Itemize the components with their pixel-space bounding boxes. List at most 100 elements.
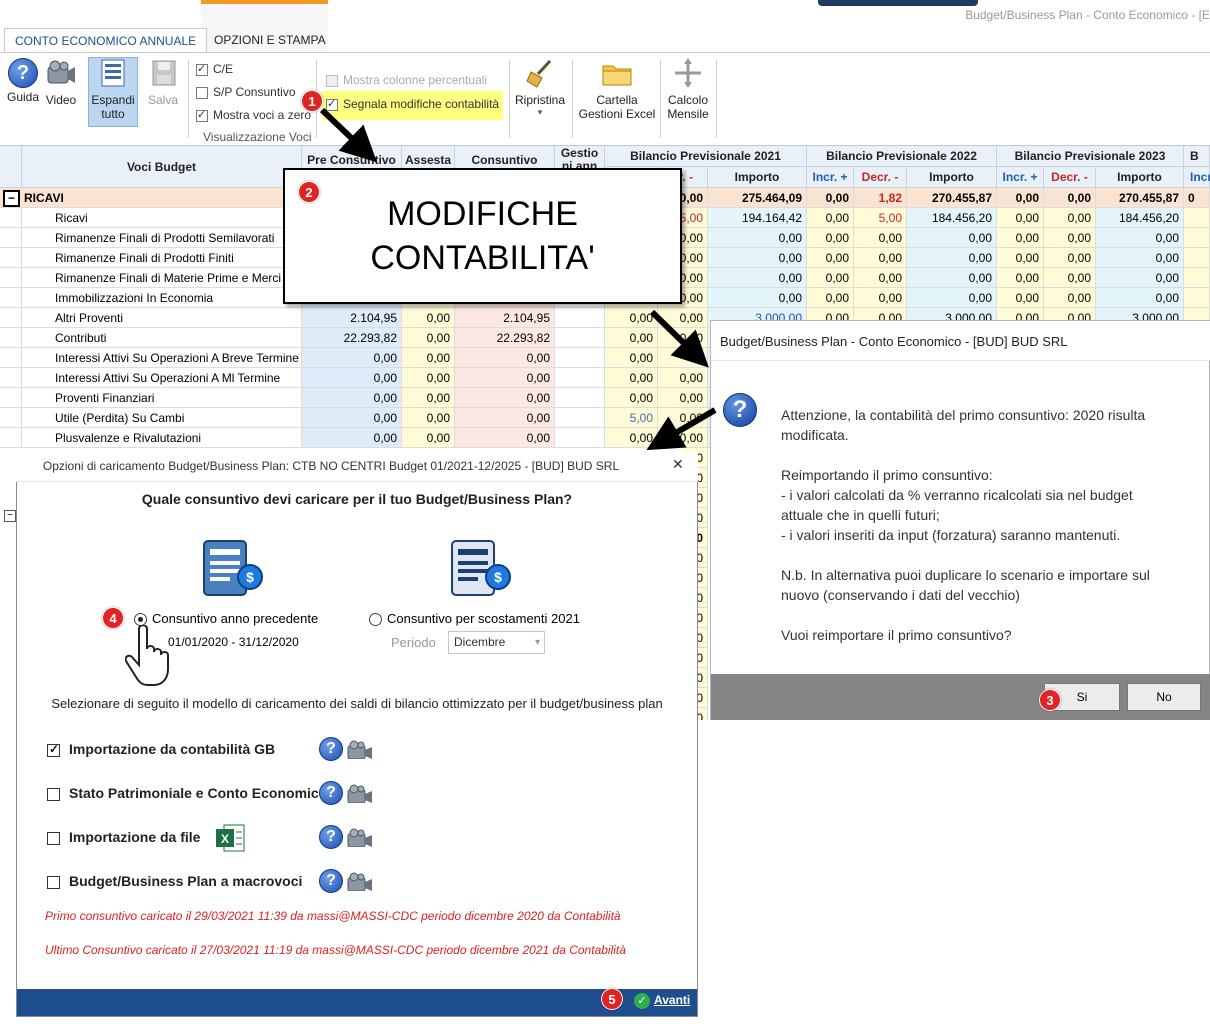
cell-dec21[interactable]: 0,00	[658, 308, 708, 328]
cell-dec23[interactable]: 0,00	[1044, 288, 1096, 308]
cell-dec21[interactable]: 0,00	[658, 408, 708, 428]
tab-conto-economico[interactable]: CONTO ECONOMICO ANNUALE	[4, 28, 208, 53]
cell-con[interactable]: 0,00	[455, 388, 555, 408]
salva-button[interactable]: Salva	[143, 58, 183, 107]
cell-inc22[interactable]: 0,00	[807, 248, 854, 268]
cell-ass[interactable]: 0,00	[402, 328, 455, 348]
cell-imp21[interactable]: 0,00	[708, 288, 807, 308]
cell-imp22[interactable]: 184.456,20	[907, 208, 997, 228]
header-bil-2022[interactable]: Bilancio Previsionale 2022	[807, 146, 997, 167]
calcolo-mensile-button[interactable]: Calcolo Mensile	[663, 58, 713, 121]
cell-imp21[interactable]: 194.164,42	[708, 208, 807, 228]
mostra-perc-box[interactable]	[326, 74, 338, 87]
cell-inc21[interactable]: 5,00	[605, 408, 658, 428]
cell-con[interactable]: 0,00	[455, 428, 555, 448]
cell-dec22[interactable]: 0,00	[854, 288, 907, 308]
video-camera-icon[interactable]	[347, 827, 373, 847]
cell-inc22[interactable]: 0,00	[807, 228, 854, 248]
header-bil-next[interactable]: B	[1184, 146, 1210, 167]
cell-next[interactable]	[1184, 228, 1210, 248]
ricavi-2022-importo[interactable]: 270.455,87	[907, 188, 997, 208]
cell-imp22[interactable]: 0,00	[907, 248, 997, 268]
row-label[interactable]: Rimanenze Finali di Materie Prime e Merc…	[22, 268, 302, 288]
cell-g[interactable]	[555, 348, 605, 368]
cell-g[interactable]	[555, 388, 605, 408]
cell-imp23[interactable]: 0,00	[1096, 228, 1184, 248]
ricavi-2023-decr[interactable]: 0,00	[1044, 188, 1096, 208]
cell-imp22[interactable]: 0,00	[907, 228, 997, 248]
ricavi-2022-decr[interactable]: 1,82	[854, 188, 907, 208]
cell-dec23[interactable]: 0,00	[1044, 268, 1096, 288]
row-header[interactable]	[0, 368, 22, 388]
row-label[interactable]: Interessi Attivi Su Operazioni A Breve T…	[22, 348, 302, 368]
cell-inc21[interactable]: 0,00	[605, 308, 658, 328]
cell-inc21[interactable]: 0,00	[605, 388, 658, 408]
cell-inc23[interactable]: 0,00	[997, 288, 1044, 308]
cell-dec21[interactable]: 0,00	[658, 368, 708, 388]
cell-imp22[interactable]: 0,00	[907, 268, 997, 288]
row-header[interactable]	[0, 268, 22, 288]
radio-scostamenti-button[interactable]	[369, 613, 382, 627]
cell-dec23[interactable]: 0,00	[1044, 208, 1096, 228]
segnala-checkbox[interactable]: Segnala modifiche contabilità	[326, 97, 499, 111]
cell-dec22[interactable]: 0,00	[854, 248, 907, 268]
ripristina-button[interactable]: Ripristina ▾	[512, 58, 568, 118]
model-option[interactable]: Budget/Business Plan a macrovoci	[47, 873, 302, 889]
cell-next[interactable]	[1184, 288, 1210, 308]
avanti-button[interactable]: Avanti	[654, 993, 690, 1007]
cell-ass[interactable]: 0,00	[402, 408, 455, 428]
cell-inc22[interactable]: 0,00	[807, 208, 854, 228]
cell-g[interactable]	[555, 328, 605, 348]
cell-inc22[interactable]: 0,00	[807, 268, 854, 288]
cell-imp21[interactable]: 0,00	[708, 228, 807, 248]
cell-pre[interactable]: 0,00	[302, 408, 402, 428]
segnala-box[interactable]	[326, 97, 338, 111]
tab-opzioni-stampa[interactable]: OPZIONI E STAMPA	[204, 28, 336, 53]
cell-dec22[interactable]: 0,00	[854, 228, 907, 248]
cell-con[interactable]: 0,00	[455, 408, 555, 428]
row-header[interactable]	[0, 308, 22, 328]
cell-pre[interactable]: 0,00	[302, 388, 402, 408]
row-label[interactable]: Contributi	[22, 328, 302, 348]
cell-dec21[interactable]: 0,00	[658, 388, 708, 408]
cell-pre[interactable]: 0,00	[302, 368, 402, 388]
header-decr-2023[interactable]: Decr. -	[1044, 167, 1096, 188]
cell-next[interactable]	[1184, 268, 1210, 288]
row-label[interactable]: Utile (Perdita) Su Cambi	[22, 408, 302, 428]
row-label[interactable]: Ricavi	[22, 208, 302, 228]
row-label[interactable]: Altri Proventi	[22, 308, 302, 328]
periodo-select[interactable]: Dicembre ▾	[448, 631, 545, 654]
sp-checkbox[interactable]: S/P Consuntivo	[196, 85, 296, 99]
help-icon[interactable]: ?	[319, 825, 343, 849]
row-label[interactable]: Rimanenze Finali di Prodotti Finiti	[22, 248, 302, 268]
header-bil-2023[interactable]: Bilancio Previsionale 2023	[997, 146, 1184, 167]
row-label[interactable]: Plusvalenze e Rivalutazioni	[22, 428, 302, 448]
cell-imp21[interactable]: 0,00	[708, 268, 807, 288]
cell-ass[interactable]: 0,00	[402, 428, 455, 448]
row-label[interactable]: Rimanenze Finali di Prodotti Semilavorat…	[22, 228, 302, 248]
cell-dec22[interactable]: 5,00	[854, 208, 907, 228]
row-header[interactable]	[0, 328, 22, 348]
row-header[interactable]	[0, 428, 22, 448]
header-incr-2023[interactable]: Incr. +	[997, 167, 1044, 188]
header-voci[interactable]: Voci Budget	[22, 146, 302, 188]
cell-imp23[interactable]: 0,00	[1096, 268, 1184, 288]
cell-g[interactable]	[555, 308, 605, 328]
model-checkbox[interactable]	[47, 875, 60, 889]
ricavi-2021-importo[interactable]: 275.464,09	[708, 188, 807, 208]
row-header[interactable]	[0, 288, 22, 308]
row-header[interactable]	[0, 208, 22, 228]
cell-g[interactable]	[555, 408, 605, 428]
row-label[interactable]: Interessi Attivi Su Operazioni A Ml Term…	[22, 368, 302, 388]
cell-con[interactable]: 2.104,95	[455, 308, 555, 328]
collapse-icon-2[interactable]: −	[4, 510, 16, 522]
cell-inc23[interactable]: 0,00	[997, 248, 1044, 268]
header-importo-2023[interactable]: Importo	[1096, 167, 1184, 188]
row-header[interactable]	[0, 228, 22, 248]
sp-checkbox-box[interactable]	[196, 86, 208, 99]
cell-pre[interactable]: 0,00	[302, 428, 402, 448]
cell-dec22[interactable]: 0,00	[854, 268, 907, 288]
guida-button[interactable]: ? Guida	[5, 58, 41, 104]
espandi-tutto-button[interactable]: Espandi tutto	[88, 58, 138, 121]
cell-con[interactable]: 0,00	[455, 368, 555, 388]
